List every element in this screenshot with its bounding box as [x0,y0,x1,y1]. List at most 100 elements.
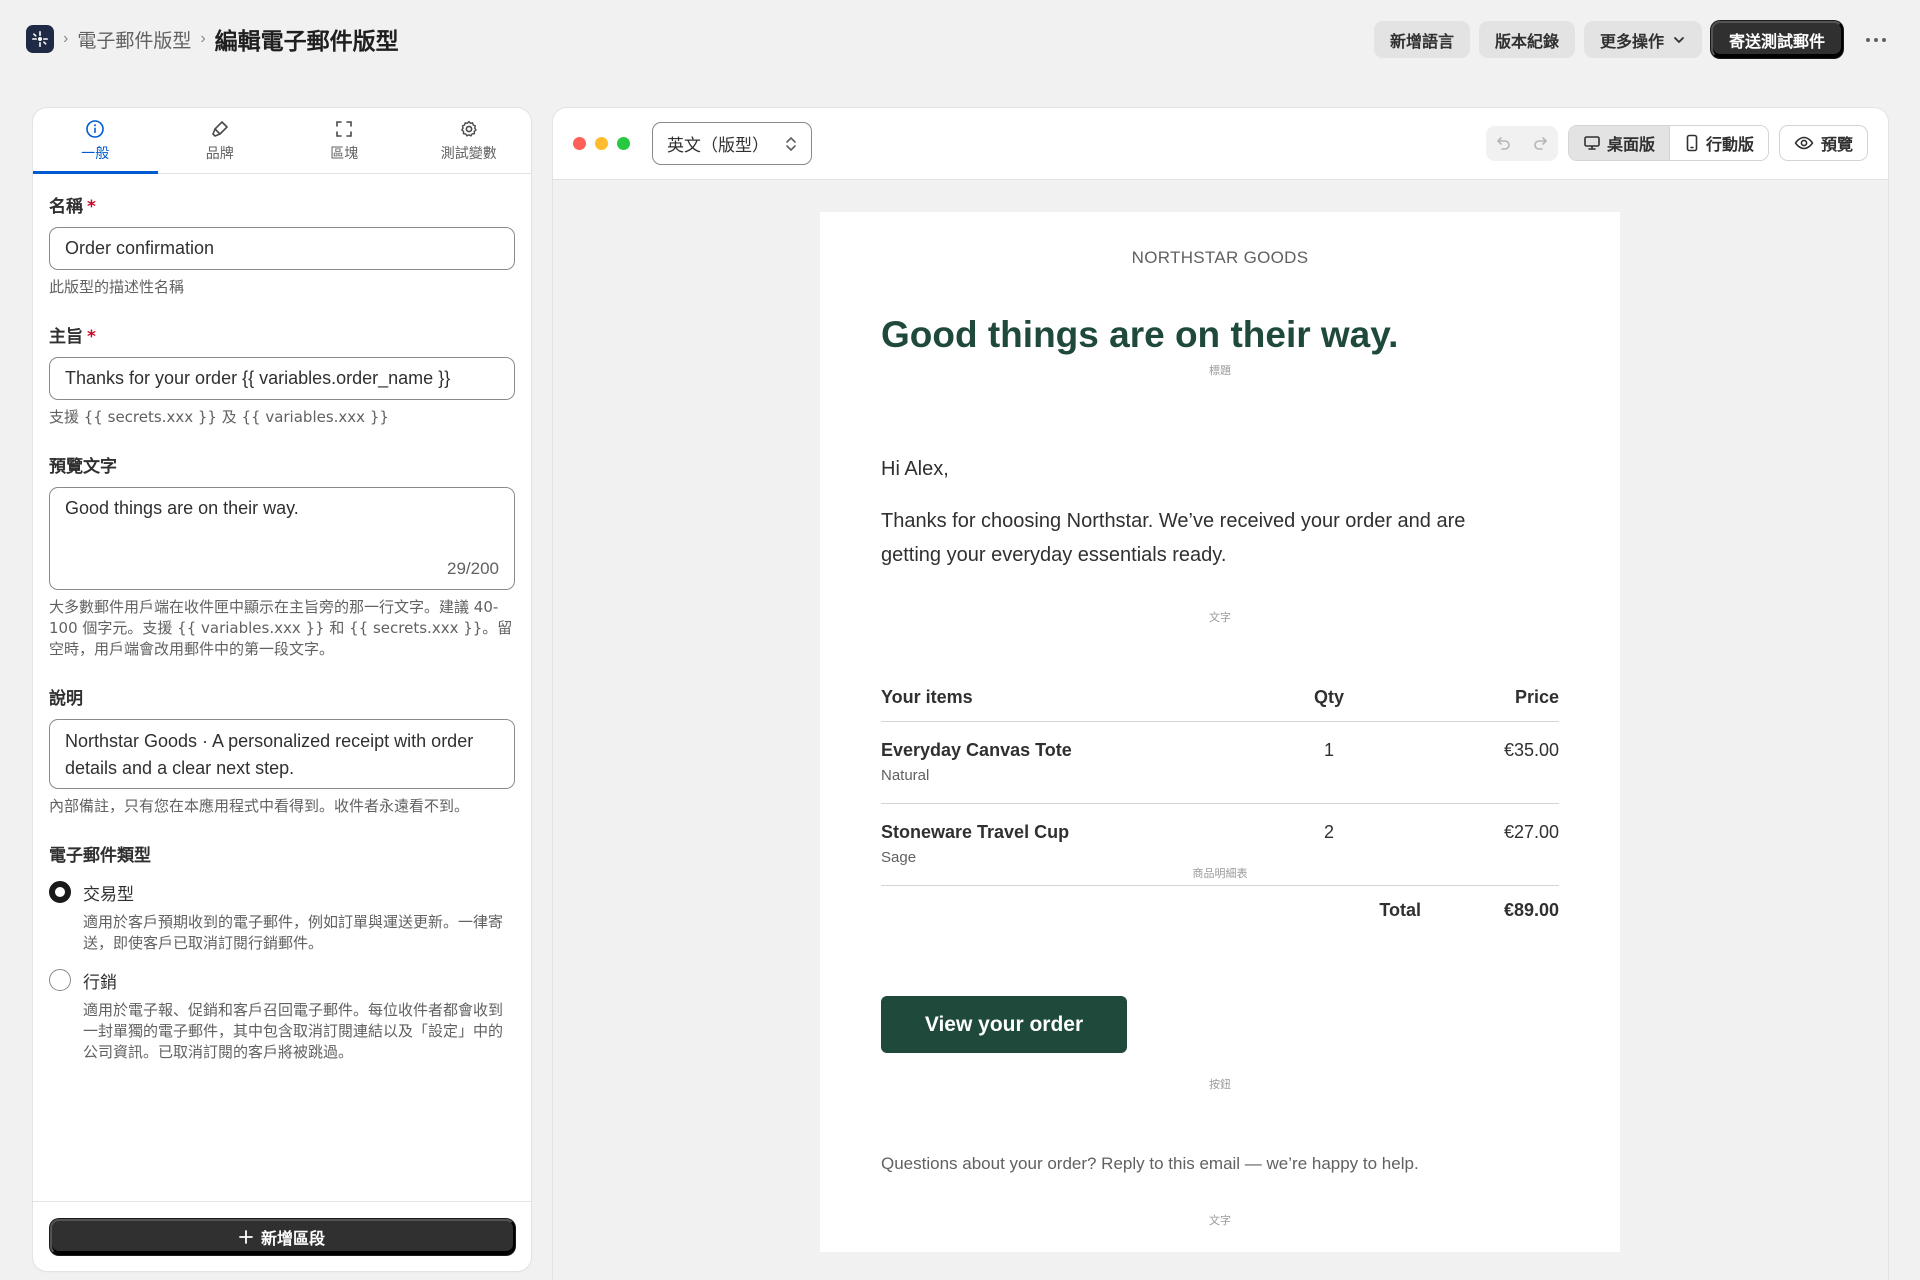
plus-icon [239,1229,253,1244]
undo-redo-group [1485,125,1558,161]
email-greeting[interactable]: Hi Alex, [881,458,949,481]
table-row: Everyday Canvas Tote Natural 1 €35.00 [881,722,1559,804]
block-tag-heading: 標題 [1209,364,1231,377]
frame-icon [336,120,353,137]
desktop-icon [1584,136,1600,150]
preview-text-label: 預覽文字 [49,457,117,477]
description-label: 說明 [49,689,83,709]
items-table-header: Your items Qty Price [881,674,1559,722]
view-order-button[interactable]: View your order [881,996,1127,1053]
total-row: Total €89.00 [881,886,1559,934]
email-type-group: 電子郵件類型 交易型 適用於客戶預期收到的電子郵件，例如訂單與運送更新。一律寄送… [49,841,515,1063]
settings-panel: 一般 品牌 區塊 測試變數 名稱 * Order confirmation 此版型… [33,108,531,1271]
description-input[interactable]: Northstar Goods · A personalized receipt… [49,719,515,789]
tab-general-label: 一般 [81,145,110,162]
required-mark: * [87,197,96,217]
item-name: Everyday Canvas Tote [881,740,1072,760]
language-select[interactable]: 英文（版型） [652,122,812,165]
breadcrumb-chevron-icon: › [200,30,206,47]
radio-description: 適用於電子報、促銷和客戶召回電子郵件。每位收件者都會收到一封單獨的電子郵件，其中… [83,1001,504,1061]
block-tag-items-table: 商品明細表 [1192,867,1248,880]
top-bar: › 電子郵件版型 › 編輯電子郵件版型 新增語言 版本紀錄 更多操作 寄送測試郵… [0,0,1920,78]
item-variant: Natural [881,767,930,784]
character-counter: 29/200 [447,559,499,578]
redo-icon[interactable] [1522,126,1558,161]
email-canvas: NORTHSTAR GOODS Good things are on their… [820,212,1620,1252]
radio-label: 交易型 [83,885,134,905]
brush-icon [211,120,228,137]
desktop-view-button[interactable]: 桌面版 [1568,126,1669,160]
radio-option-marketing[interactable]: 行銷 適用於電子報、促銷和客戶召回電子郵件。每位收件者都會收到一封單獨的電子郵件… [49,968,515,1063]
version-history-button[interactable]: 版本紀錄 [1478,21,1575,58]
column-header-qty: Qty [1313,687,1344,707]
email-type-label: 電子郵件類型 [49,846,151,866]
language-select-value: 英文（版型） [667,136,769,156]
tab-test-variables[interactable]: 測試變數 [407,108,532,173]
total-value: €89.00 [1503,899,1559,920]
required-mark: * [87,327,96,347]
radio-button[interactable] [49,969,71,991]
subject-field-group: 主旨 * Thanks for your order {{ variables.o… [49,322,515,428]
mobile-view-label: 行動版 [1705,135,1754,154]
close-dot-icon [573,137,586,150]
panel-footer: 新增區段 [33,1201,531,1271]
add-language-button[interactable]: 新增語言 [1373,21,1470,58]
preview-button-label: 預覽 [1820,135,1853,154]
preview-text-help: 大多數郵件用戶端在收件匣中顯示在主旨旁的那一行文字。建議 40-100 個字元。… [49,598,513,658]
send-test-email-button[interactable]: 寄送測試郵件 [1710,21,1843,58]
window-controls [573,137,630,150]
email-heading[interactable]: Good things are on their way. [881,314,1398,356]
subject-label: 主旨 [49,327,83,347]
mobile-view-button[interactable]: 行動版 [1668,126,1768,160]
mobile-icon [1686,134,1698,152]
radio-label: 行銷 [83,973,117,993]
settings-tabs: 一般 品牌 區塊 測試變數 [33,108,531,174]
gear-icon [460,120,477,137]
radio-description: 適用於客戶預期收到的電子郵件，例如訂單與運送更新。一律寄送，即使客戶已取消訂閱行… [83,913,504,952]
add-section-button[interactable]: 新增區段 [49,1218,515,1255]
email-footer-text[interactable]: Questions about your order? Reply to thi… [881,1154,1419,1174]
page-title: 編輯電子郵件版型 [214,29,399,55]
more-actions-button[interactable]: 更多操作 [1583,21,1702,58]
tab-general[interactable]: 一般 [33,108,158,174]
tab-blocks[interactable]: 區塊 [282,108,407,173]
preview-button[interactable]: 預覽 [1778,125,1868,161]
name-input[interactable]: Order confirmation [49,227,515,270]
block-tag-button: 按鈕 [1209,1078,1231,1091]
preview-text-value: Good things are on their way. [65,498,299,518]
subject-input[interactable]: Thanks for your order {{ variables.order… [49,357,515,400]
preview-text-field-group: 預覽文字 Good things are on their way. 29/20… [49,452,515,660]
name-help: 此版型的描述性名稱 [49,278,185,296]
block-tag-text: 文字 [1209,611,1231,624]
breadcrumb-parent[interactable]: 電子郵件版型 [77,26,191,53]
item-qty: 1 [1323,740,1334,760]
info-icon [86,119,105,138]
email-body-text[interactable]: Thanks for choosing Northstar. We’ve rec… [881,504,1521,572]
overflow-menu-icon[interactable] [1858,22,1894,58]
email-brand-name[interactable]: NORTHSTAR GOODS [820,248,1620,268]
app-logo-icon[interactable] [26,25,54,53]
item-price: €35.00 [1503,740,1559,760]
eye-icon [1794,136,1814,150]
tab-blocks-label: 區塊 [330,145,359,162]
column-header-price: Price [1514,687,1559,707]
device-toggle: 桌面版 行動版 [1567,125,1769,161]
breadcrumb-chevron-icon: › [63,30,69,47]
chevron-down-icon [1674,36,1684,43]
tab-brand[interactable]: 品牌 [158,108,283,173]
radio-button[interactable] [49,881,71,903]
preview-text-input[interactable]: Good things are on their way. 29/200 [49,487,515,590]
item-variant: Sage [881,849,917,866]
name-field-group: 名稱 * Order confirmation 此版型的描述性名稱 [49,192,515,298]
tab-test-variables-label: 測試變數 [440,145,497,162]
more-actions-label: 更多操作 [1599,31,1664,51]
desktop-view-label: 桌面版 [1606,135,1655,154]
preview-toolbar: 英文（版型） 桌面版 行動版 預覽 [553,108,1888,180]
items-table[interactable]: Your items Qty Price Everyday Canvas Tot… [881,674,1559,934]
maximize-dot-icon [617,137,630,150]
column-header-items: Your items [881,687,973,707]
undo-icon[interactable] [1486,126,1522,161]
item-name: Stoneware Travel Cup [881,822,1070,842]
radio-option-transactional[interactable]: 交易型 適用於客戶預期收到的電子郵件，例如訂單與運送更新。一律寄送，即使客戶已取… [49,880,515,954]
tab-brand-label: 品牌 [205,145,234,162]
